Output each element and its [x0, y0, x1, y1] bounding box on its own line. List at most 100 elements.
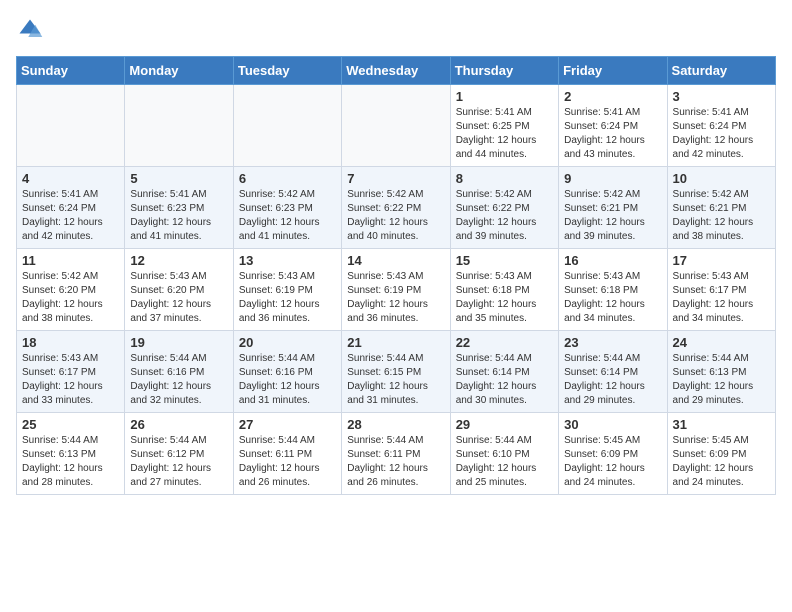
day-info: Sunrise: 5:43 AM Sunset: 6:18 PM Dayligh… — [456, 270, 553, 326]
day-number: 13 — [239, 253, 336, 268]
day-number: 23 — [564, 335, 661, 350]
day-number: 30 — [564, 417, 661, 432]
calendar-cell: 24 Sunrise: 5:44 AM Sunset: 6:13 PM Dayli… — [667, 331, 775, 413]
day-number: 11 — [22, 253, 119, 268]
calendar-cell: 4 Sunrise: 5:41 AM Sunset: 6:24 PM Daylig… — [17, 167, 125, 249]
header-monday: Monday — [125, 57, 233, 85]
week-row-5: 25Sunrise: 5:44 AM Sunset: 6:13 PM Dayli… — [17, 413, 776, 495]
calendar-cell: 15Sunrise: 5:43 AM Sunset: 6:18 PM Dayli… — [450, 249, 558, 331]
calendar-cell: 1 Sunrise: 5:41 AM Sunset: 6:25 PM Daylig… — [450, 85, 558, 167]
day-number: 1 — [456, 89, 553, 104]
calendar-cell: 26 Sunrise: 5:44 AM Sunset: 6:12 PM Dayli… — [125, 413, 233, 495]
calendar-cell: 9 Sunrise: 5:42 AM Sunset: 6:21 PM Daylig… — [559, 167, 667, 249]
week-row-1: 1 Sunrise: 5:41 AM Sunset: 6:25 PM Daylig… — [17, 85, 776, 167]
day-number: 8 — [456, 171, 553, 186]
day-number: 19 — [130, 335, 227, 350]
day-number: 21 — [347, 335, 444, 350]
header-tuesday: Tuesday — [233, 57, 341, 85]
calendar-cell: 22 Sunrise: 5:44 AM Sunset: 6:14 PM Dayli… — [450, 331, 558, 413]
calendar-cell: 11 Sunrise: 5:42 AM Sunset: 6:20 PM Dayli… — [17, 249, 125, 331]
calendar-cell: 25Sunrise: 5:44 AM Sunset: 6:13 PM Dayli… — [17, 413, 125, 495]
day-info: Sunrise: 5:44 AM Sunset: 6:15 PM Dayligh… — [347, 352, 444, 408]
calendar-cell: 17 Sunrise: 5:43 AM Sunset: 6:17 PM Dayli… — [667, 249, 775, 331]
calendar-cell: 29 Sunrise: 5:44 AM Sunset: 6:10 PM Dayli… — [450, 413, 558, 495]
day-info: Sunrise: 5:43 AM Sunset: 6:17 PM Dayligh… — [673, 270, 770, 326]
day-number: 16 — [564, 253, 661, 268]
day-info: Sunrise: 5:41 AM Sunset: 6:25 PM Dayligh… — [456, 106, 553, 162]
calendar-cell: 6Sunrise: 5:42 AM Sunset: 6:23 PM Daylig… — [233, 167, 341, 249]
calendar-cell: 3 Sunrise: 5:41 AM Sunset: 6:24 PM Daylig… — [667, 85, 775, 167]
calendar-cell: 8Sunrise: 5:42 AM Sunset: 6:22 PM Daylig… — [450, 167, 558, 249]
day-number: 2 — [564, 89, 661, 104]
calendar-cell: 14 Sunrise: 5:43 AM Sunset: 6:19 PM Dayli… — [342, 249, 450, 331]
day-info: Sunrise: 5:43 AM Sunset: 6:17 PM Dayligh… — [22, 352, 119, 408]
day-info: Sunrise: 5:41 AM Sunset: 6:24 PM Dayligh… — [673, 106, 770, 162]
day-info: Sunrise: 5:42 AM Sunset: 6:23 PM Dayligh… — [239, 188, 336, 244]
day-info: Sunrise: 5:44 AM Sunset: 6:13 PM Dayligh… — [22, 434, 119, 490]
week-row-2: 4 Sunrise: 5:41 AM Sunset: 6:24 PM Daylig… — [17, 167, 776, 249]
header-wednesday: Wednesday — [342, 57, 450, 85]
day-number: 9 — [564, 171, 661, 186]
day-info: Sunrise: 5:44 AM Sunset: 6:14 PM Dayligh… — [456, 352, 553, 408]
calendar-cell: 31 Sunrise: 5:45 AM Sunset: 6:09 PM Dayli… — [667, 413, 775, 495]
day-number: 26 — [130, 417, 227, 432]
calendar-cell — [342, 85, 450, 167]
day-info: Sunrise: 5:41 AM Sunset: 6:24 PM Dayligh… — [22, 188, 119, 244]
calendar-cell — [233, 85, 341, 167]
day-number: 3 — [673, 89, 770, 104]
day-number: 7 — [347, 171, 444, 186]
calendar-cell: 18 Sunrise: 5:43 AM Sunset: 6:17 PM Dayli… — [17, 331, 125, 413]
day-info: Sunrise: 5:43 AM Sunset: 6:19 PM Dayligh… — [239, 270, 336, 326]
day-number: 18 — [22, 335, 119, 350]
day-info: Sunrise: 5:43 AM Sunset: 6:19 PM Dayligh… — [347, 270, 444, 326]
calendar-cell: 5Sunrise: 5:41 AM Sunset: 6:23 PM Daylig… — [125, 167, 233, 249]
week-row-4: 18 Sunrise: 5:43 AM Sunset: 6:17 PM Dayli… — [17, 331, 776, 413]
calendar-cell: 19 Sunrise: 5:44 AM Sunset: 6:16 PM Dayli… — [125, 331, 233, 413]
header-sunday: Sunday — [17, 57, 125, 85]
day-number: 29 — [456, 417, 553, 432]
day-number: 14 — [347, 253, 444, 268]
day-number: 31 — [673, 417, 770, 432]
logo-icon — [16, 16, 44, 44]
day-number: 24 — [673, 335, 770, 350]
day-info: Sunrise: 5:44 AM Sunset: 6:11 PM Dayligh… — [239, 434, 336, 490]
day-info: Sunrise: 5:41 AM Sunset: 6:23 PM Dayligh… — [130, 188, 227, 244]
day-number: 10 — [673, 171, 770, 186]
day-info: Sunrise: 5:44 AM Sunset: 6:16 PM Dayligh… — [239, 352, 336, 408]
day-number: 20 — [239, 335, 336, 350]
day-info: Sunrise: 5:41 AM Sunset: 6:24 PM Dayligh… — [564, 106, 661, 162]
day-info: Sunrise: 5:44 AM Sunset: 6:16 PM Dayligh… — [130, 352, 227, 408]
day-info: Sunrise: 5:42 AM Sunset: 6:22 PM Dayligh… — [347, 188, 444, 244]
header-row: SundayMondayTuesdayWednesdayThursdayFrid… — [17, 57, 776, 85]
calendar-cell: 27 Sunrise: 5:44 AM Sunset: 6:11 PM Dayli… — [233, 413, 341, 495]
day-number: 12 — [130, 253, 227, 268]
calendar-cell: 12Sunrise: 5:43 AM Sunset: 6:20 PM Dayli… — [125, 249, 233, 331]
day-info: Sunrise: 5:42 AM Sunset: 6:20 PM Dayligh… — [22, 270, 119, 326]
day-info: Sunrise: 5:42 AM Sunset: 6:21 PM Dayligh… — [564, 188, 661, 244]
calendar-cell: 2 Sunrise: 5:41 AM Sunset: 6:24 PM Daylig… — [559, 85, 667, 167]
day-info: Sunrise: 5:42 AM Sunset: 6:21 PM Dayligh… — [673, 188, 770, 244]
day-number: 17 — [673, 253, 770, 268]
day-number: 27 — [239, 417, 336, 432]
day-number: 22 — [456, 335, 553, 350]
day-info: Sunrise: 5:44 AM Sunset: 6:14 PM Dayligh… — [564, 352, 661, 408]
day-info: Sunrise: 5:45 AM Sunset: 6:09 PM Dayligh… — [673, 434, 770, 490]
calendar-cell: 16 Sunrise: 5:43 AM Sunset: 6:18 PM Dayli… — [559, 249, 667, 331]
day-info: Sunrise: 5:44 AM Sunset: 6:13 PM Dayligh… — [673, 352, 770, 408]
logo — [16, 16, 48, 44]
calendar-cell — [125, 85, 233, 167]
calendar-cell: 10 Sunrise: 5:42 AM Sunset: 6:21 PM Dayli… — [667, 167, 775, 249]
calendar-cell: 13 Sunrise: 5:43 AM Sunset: 6:19 PM Dayli… — [233, 249, 341, 331]
day-number: 4 — [22, 171, 119, 186]
calendar-cell: 28Sunrise: 5:44 AM Sunset: 6:11 PM Dayli… — [342, 413, 450, 495]
calendar-cell: 21 Sunrise: 5:44 AM Sunset: 6:15 PM Dayli… — [342, 331, 450, 413]
calendar-cell: 7 Sunrise: 5:42 AM Sunset: 6:22 PM Daylig… — [342, 167, 450, 249]
day-info: Sunrise: 5:43 AM Sunset: 6:18 PM Dayligh… — [564, 270, 661, 326]
calendar-cell: 20 Sunrise: 5:44 AM Sunset: 6:16 PM Dayli… — [233, 331, 341, 413]
day-info: Sunrise: 5:44 AM Sunset: 6:11 PM Dayligh… — [347, 434, 444, 490]
calendar-cell — [17, 85, 125, 167]
header-friday: Friday — [559, 57, 667, 85]
calendar-cell: 30Sunrise: 5:45 AM Sunset: 6:09 PM Dayli… — [559, 413, 667, 495]
day-info: Sunrise: 5:44 AM Sunset: 6:10 PM Dayligh… — [456, 434, 553, 490]
day-info: Sunrise: 5:44 AM Sunset: 6:12 PM Dayligh… — [130, 434, 227, 490]
